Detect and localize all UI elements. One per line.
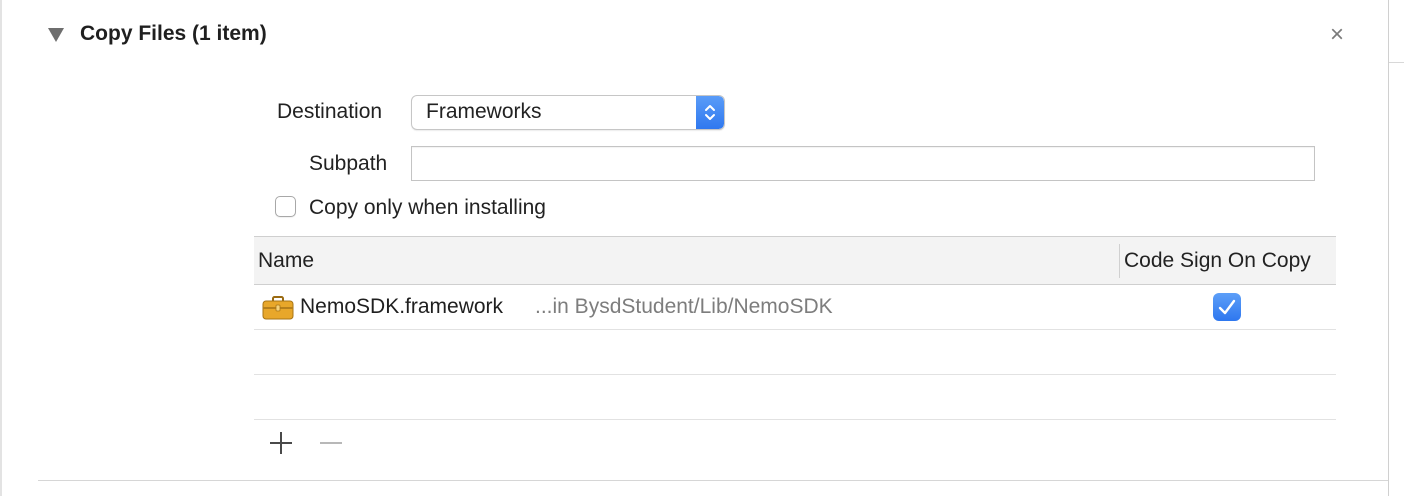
subpath-input[interactable] xyxy=(411,146,1315,181)
remove-button[interactable] xyxy=(318,430,344,456)
bottom-divider xyxy=(38,480,1388,481)
destination-label: Destination xyxy=(277,100,383,123)
subpath-label: Subpath xyxy=(309,152,388,175)
minus-icon xyxy=(320,442,342,444)
popup-stepper-icon xyxy=(696,96,724,129)
destination-value: Frameworks xyxy=(426,100,542,123)
table-row[interactable]: NemoSDK.framework ...in BysdStudent/Lib/… xyxy=(254,285,1336,330)
left-border xyxy=(0,0,2,496)
plus-icon xyxy=(270,432,292,454)
phase-title: Copy Files (1 item) xyxy=(80,22,267,45)
column-header-code-sign-on-copy[interactable]: Code Sign On Copy xyxy=(1124,249,1311,273)
table-header: Name Code Sign On Copy xyxy=(254,236,1336,285)
column-header-name[interactable]: Name xyxy=(258,249,314,273)
file-name: NemoSDK.framework xyxy=(300,295,504,318)
files-table: Name Code Sign On Copy NemoSDK.framework… xyxy=(254,236,1336,420)
close-icon[interactable]: × xyxy=(1326,23,1348,47)
scrollbar-track-border xyxy=(1388,0,1389,496)
destination-popup-button[interactable]: Frameworks xyxy=(411,95,725,130)
disclosure-triangle-icon[interactable] xyxy=(48,28,64,42)
copy-only-when-installing-label: Copy only when installing xyxy=(309,196,546,219)
copy-only-when-installing-checkbox[interactable] xyxy=(275,196,296,217)
scrollbar-track-divider xyxy=(1389,62,1404,63)
table-row-empty xyxy=(254,375,1336,420)
add-button[interactable] xyxy=(268,430,294,456)
copy-files-build-phase: Copy Files (1 item) × Destination Framew… xyxy=(0,0,1404,496)
code-sign-on-copy-checkbox[interactable] xyxy=(1213,293,1241,321)
column-separator xyxy=(1119,244,1120,278)
file-path: ...in BysdStudent/Lib/NemoSDK xyxy=(535,295,833,318)
table-row-empty xyxy=(254,330,1336,375)
framework-briefcase-icon xyxy=(262,296,294,320)
